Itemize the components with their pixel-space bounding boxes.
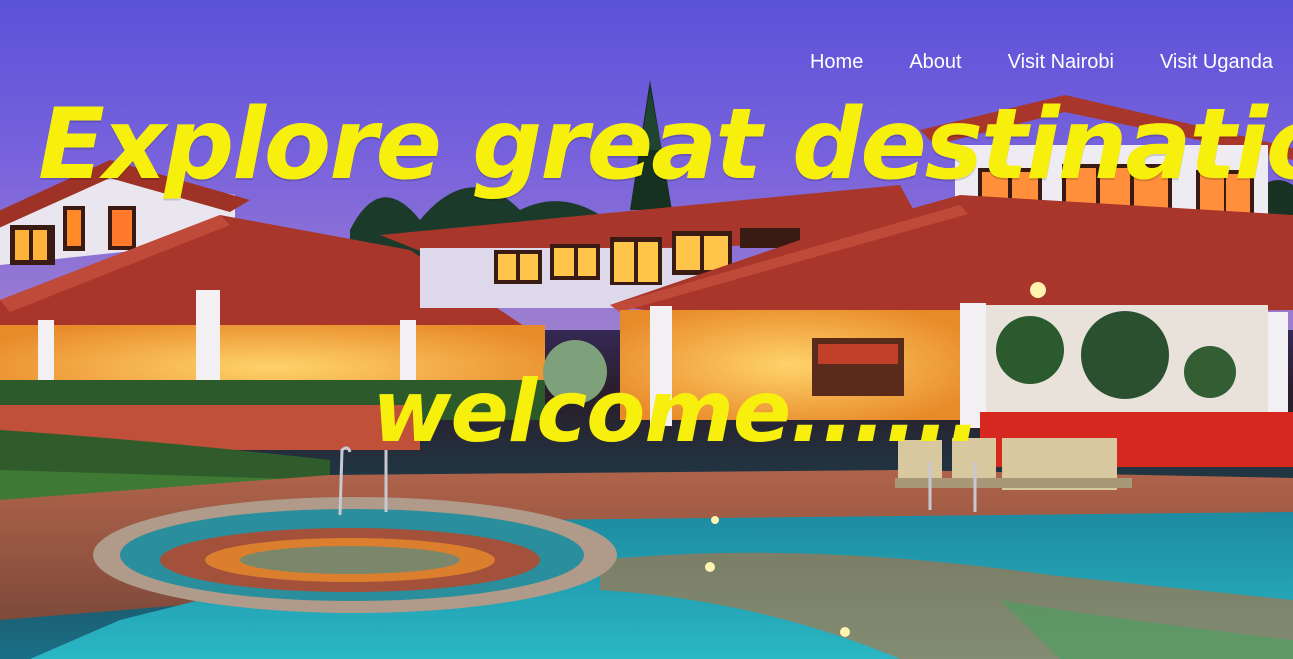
nav-link-visit-nairobi[interactable]: Visit Nairobi xyxy=(1008,50,1114,74)
nav-link-visit-uganda[interactable]: Visit Uganda xyxy=(1160,50,1273,74)
hero-section: Home About Visit Nairobi Visit Uganda Ex… xyxy=(0,0,1293,659)
nav-link-home[interactable]: Home xyxy=(810,50,863,74)
nav-link-about[interactable]: About xyxy=(909,50,961,74)
main-nav: Home About Visit Nairobi Visit Uganda xyxy=(764,50,1273,74)
hero-headline: Explore great destinations xyxy=(38,88,1293,202)
hero-welcome-text: welcome...... xyxy=(372,362,981,462)
